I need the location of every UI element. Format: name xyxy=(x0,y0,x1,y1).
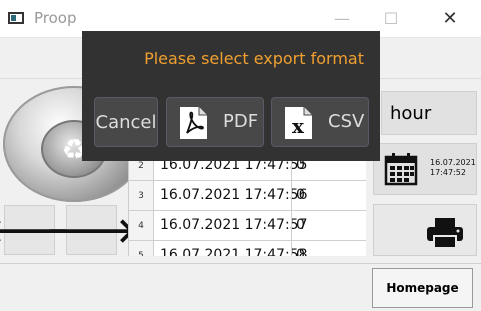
csv-label: CSV xyxy=(328,111,365,132)
print-button[interactable] xyxy=(373,204,477,256)
time-cell: 16.07.2021 17:47:57 xyxy=(160,217,308,233)
interval-select[interactable]: hour xyxy=(381,91,477,135)
right-arrow-button[interactable]: 🡒 xyxy=(46,205,137,255)
table-row[interactable]: 3 16.07.2021 17:47:56 0 xyxy=(129,181,366,211)
close-button[interactable]: ✕ xyxy=(427,0,473,37)
export-csv-button[interactable]: x CSV xyxy=(271,97,369,147)
selected-datetime: 16.07.2021 17:47:52 xyxy=(430,158,476,178)
calendar-icon xyxy=(384,153,418,186)
time-cell: 16.07.2021 17:47:58 xyxy=(160,247,308,256)
row-number: 3 xyxy=(129,181,154,210)
date-picker-button[interactable]: 16.07.2021 17:47:52 xyxy=(373,143,477,195)
time-text: 17:47:52 xyxy=(430,168,466,177)
bottom-divider xyxy=(0,263,481,264)
pdf-file-icon xyxy=(180,107,207,139)
export-dialog: Please select export format Cancel PDF x… xyxy=(82,31,380,161)
table-row[interactable]: 4 16.07.2021 17:47:57 0 xyxy=(129,211,366,241)
row-number: 4 xyxy=(129,211,154,240)
date-text: 16.07.2021 xyxy=(430,158,476,167)
printer-icon xyxy=(427,218,463,249)
value-cell: 0 xyxy=(296,247,305,256)
row-number: 5 xyxy=(129,241,154,256)
table-row[interactable]: 5 16.07.2021 17:47:58 0 xyxy=(129,241,366,256)
time-cell: 16.07.2021 17:47:56 xyxy=(160,187,308,203)
svg-text:x: x xyxy=(292,114,305,138)
export-pdf-button[interactable]: PDF xyxy=(166,97,264,147)
app-icon xyxy=(8,12,24,24)
pdf-label: PDF xyxy=(223,111,259,132)
arrow-right-icon: 🡒 xyxy=(45,210,138,251)
dialog-title: Please select export format xyxy=(144,49,364,68)
data-table[interactable]: 2 16.07.2021 17:47:55 0 3 16.07.2021 17:… xyxy=(128,146,366,256)
csv-file-icon: x xyxy=(285,107,312,139)
value-cell: 0 xyxy=(296,187,305,203)
homepage-button[interactable]: Homepage xyxy=(372,268,473,308)
cancel-button[interactable]: Cancel xyxy=(94,97,158,147)
value-cell: 0 xyxy=(296,217,305,233)
window-title: Proop xyxy=(34,9,77,27)
